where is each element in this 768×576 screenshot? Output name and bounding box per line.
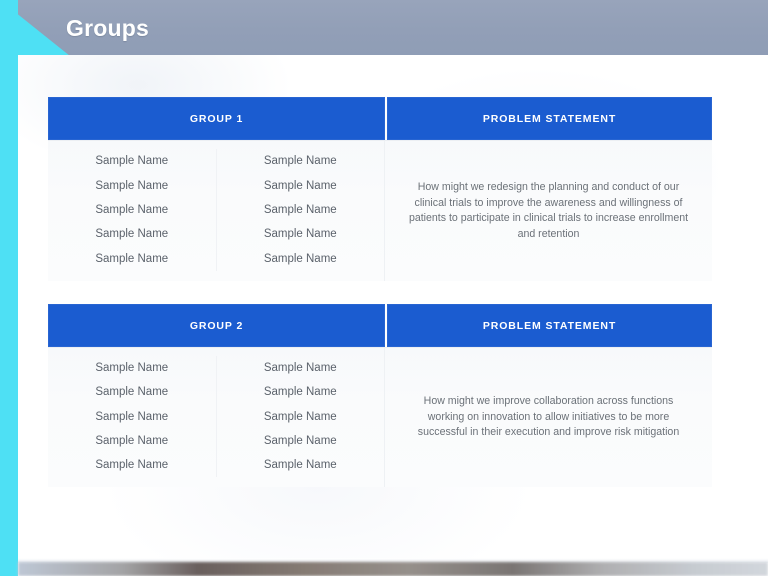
table-row: Sample Name bbox=[263, 410, 337, 423]
table-2-problem-header: PROBLEM STATEMENT bbox=[387, 304, 712, 347]
table-row: Sample Name bbox=[95, 434, 169, 447]
table-2-names-left: Sample Name Sample Name Sample Name Samp… bbox=[48, 356, 217, 477]
slide-canvas: Groups GROUP 1 PROBLEM STATEMENT Sample … bbox=[0, 0, 768, 576]
table-row: Sample Name bbox=[263, 252, 337, 265]
table-row: Sample Name bbox=[95, 458, 169, 471]
table-row: Sample Name bbox=[263, 458, 337, 471]
table-1-header-row: GROUP 1 PROBLEM STATEMENT bbox=[48, 97, 712, 140]
table-2-body: Sample Name Sample Name Sample Name Samp… bbox=[48, 347, 712, 487]
table-1-group-header: GROUP 1 bbox=[48, 97, 385, 140]
group-table-2: GROUP 2 PROBLEM STATEMENT Sample Name Sa… bbox=[48, 304, 712, 487]
table-row: Sample Name bbox=[95, 252, 169, 265]
table-2-header-row: GROUP 2 PROBLEM STATEMENT bbox=[48, 304, 712, 347]
table-2-problem-cell: How might we improve collaboration acros… bbox=[385, 348, 712, 487]
table-row: Sample Name bbox=[263, 204, 337, 217]
table-2-problem-statement: How might we improve collaboration acros… bbox=[417, 395, 680, 439]
cyan-left-bar bbox=[0, 0, 18, 576]
table-row: Sample Name bbox=[95, 228, 169, 241]
table-row: Sample Name bbox=[95, 204, 169, 217]
table-2-names-right: Sample Name Sample Name Sample Name Samp… bbox=[217, 356, 385, 477]
table-row: Sample Name bbox=[95, 410, 169, 423]
bottom-blurred-strip bbox=[18, 562, 768, 576]
table-row: Sample Name bbox=[263, 155, 337, 168]
table-1-problem-cell: How might we redesign the planning and c… bbox=[385, 141, 712, 281]
table-row: Sample Name bbox=[95, 155, 169, 168]
table-1-names-right: Sample Name Sample Name Sample Name Samp… bbox=[217, 149, 385, 271]
table-1-body: Sample Name Sample Name Sample Name Samp… bbox=[48, 140, 712, 281]
table-row: Sample Name bbox=[263, 434, 337, 447]
table-row: Sample Name bbox=[263, 362, 337, 375]
table-row: Sample Name bbox=[95, 179, 169, 192]
table-row: Sample Name bbox=[263, 386, 337, 399]
table-1-names-columns: Sample Name Sample Name Sample Name Samp… bbox=[48, 141, 385, 281]
table-2-group-header: GROUP 2 bbox=[48, 304, 385, 347]
table-row: Sample Name bbox=[263, 228, 337, 241]
table-row: Sample Name bbox=[263, 179, 337, 192]
table-row: Sample Name bbox=[95, 362, 169, 375]
table-1-problem-statement: How might we redesign the planning and c… bbox=[408, 181, 689, 240]
table-1-names-left: Sample Name Sample Name Sample Name Samp… bbox=[48, 149, 217, 271]
table-2-names-columns: Sample Name Sample Name Sample Name Samp… bbox=[48, 348, 385, 487]
table-row: Sample Name bbox=[95, 386, 169, 399]
table-1-problem-header: PROBLEM STATEMENT bbox=[387, 97, 712, 140]
page-title: Groups bbox=[66, 15, 149, 41]
group-table-1: GROUP 1 PROBLEM STATEMENT Sample Name Sa… bbox=[48, 97, 712, 281]
